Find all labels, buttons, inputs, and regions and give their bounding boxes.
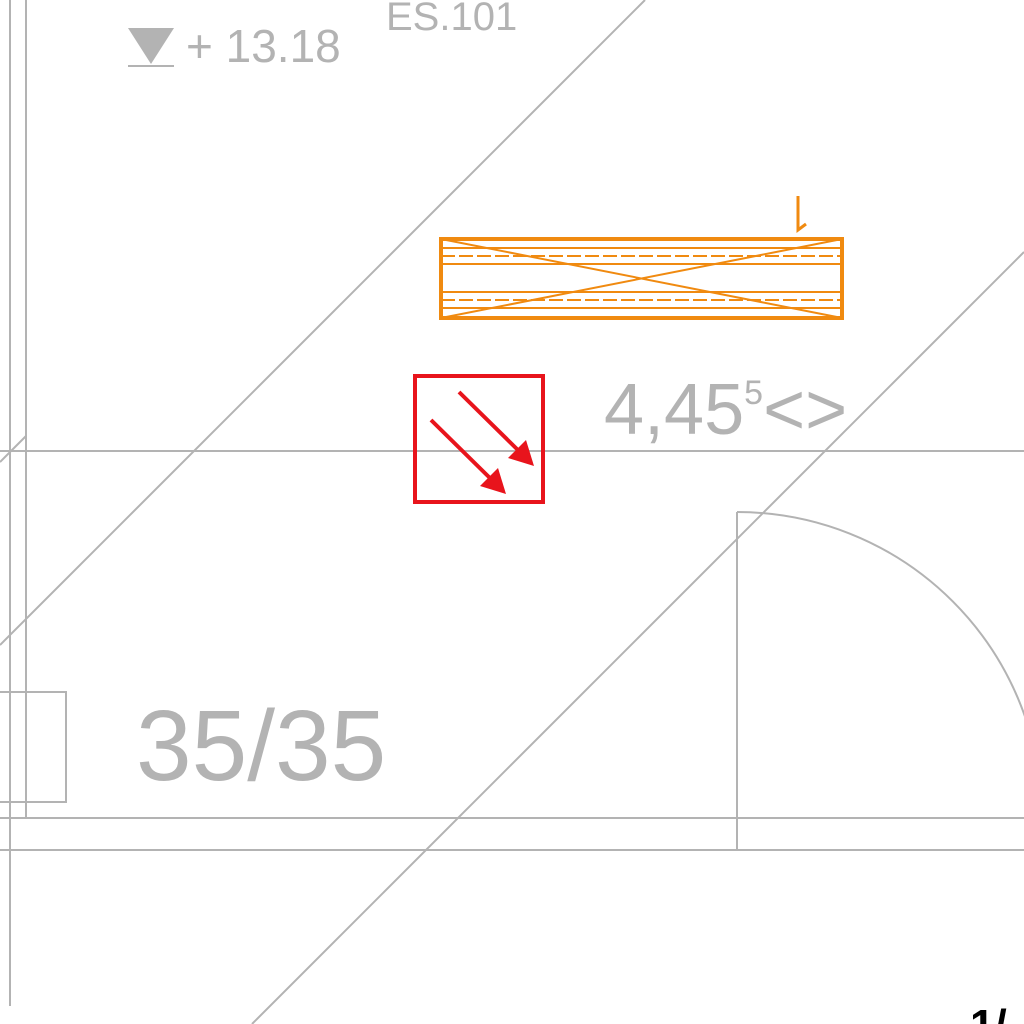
duct-flow-marker (796, 196, 807, 233)
column-size-label: 35/35 (136, 690, 386, 802)
dimension-superscript: 5 (744, 374, 763, 412)
diagonal-line-upper (0, 0, 646, 646)
diagonal-line-lower (251, 251, 1024, 1024)
dimension-suffix: <> (763, 370, 847, 450)
door-swing-icon (736, 511, 1024, 850)
fire-damper-icon (413, 374, 545, 504)
dimension-label: 4,455<> (604, 370, 847, 450)
level-triangle-icon (128, 28, 174, 67)
level-marker: + 13.18 (128, 20, 341, 72)
level-value: + 13.18 (186, 20, 341, 72)
wall-lines (0, 0, 1024, 1024)
fire-damper-frame (413, 374, 545, 504)
sheet-reference: ES.101 (386, 0, 517, 39)
diagonal-line-short (0, 435, 27, 463)
ventilation-duct-icon (439, 196, 844, 320)
door-arc (736, 511, 1024, 717)
dimension-main: 4,45 (604, 370, 744, 450)
corner-text-fragment: 1/ (970, 1001, 1007, 1024)
cad-drawing: + 13.18 ES.101 4,455<> 35/35 1/ (0, 0, 1024, 1024)
